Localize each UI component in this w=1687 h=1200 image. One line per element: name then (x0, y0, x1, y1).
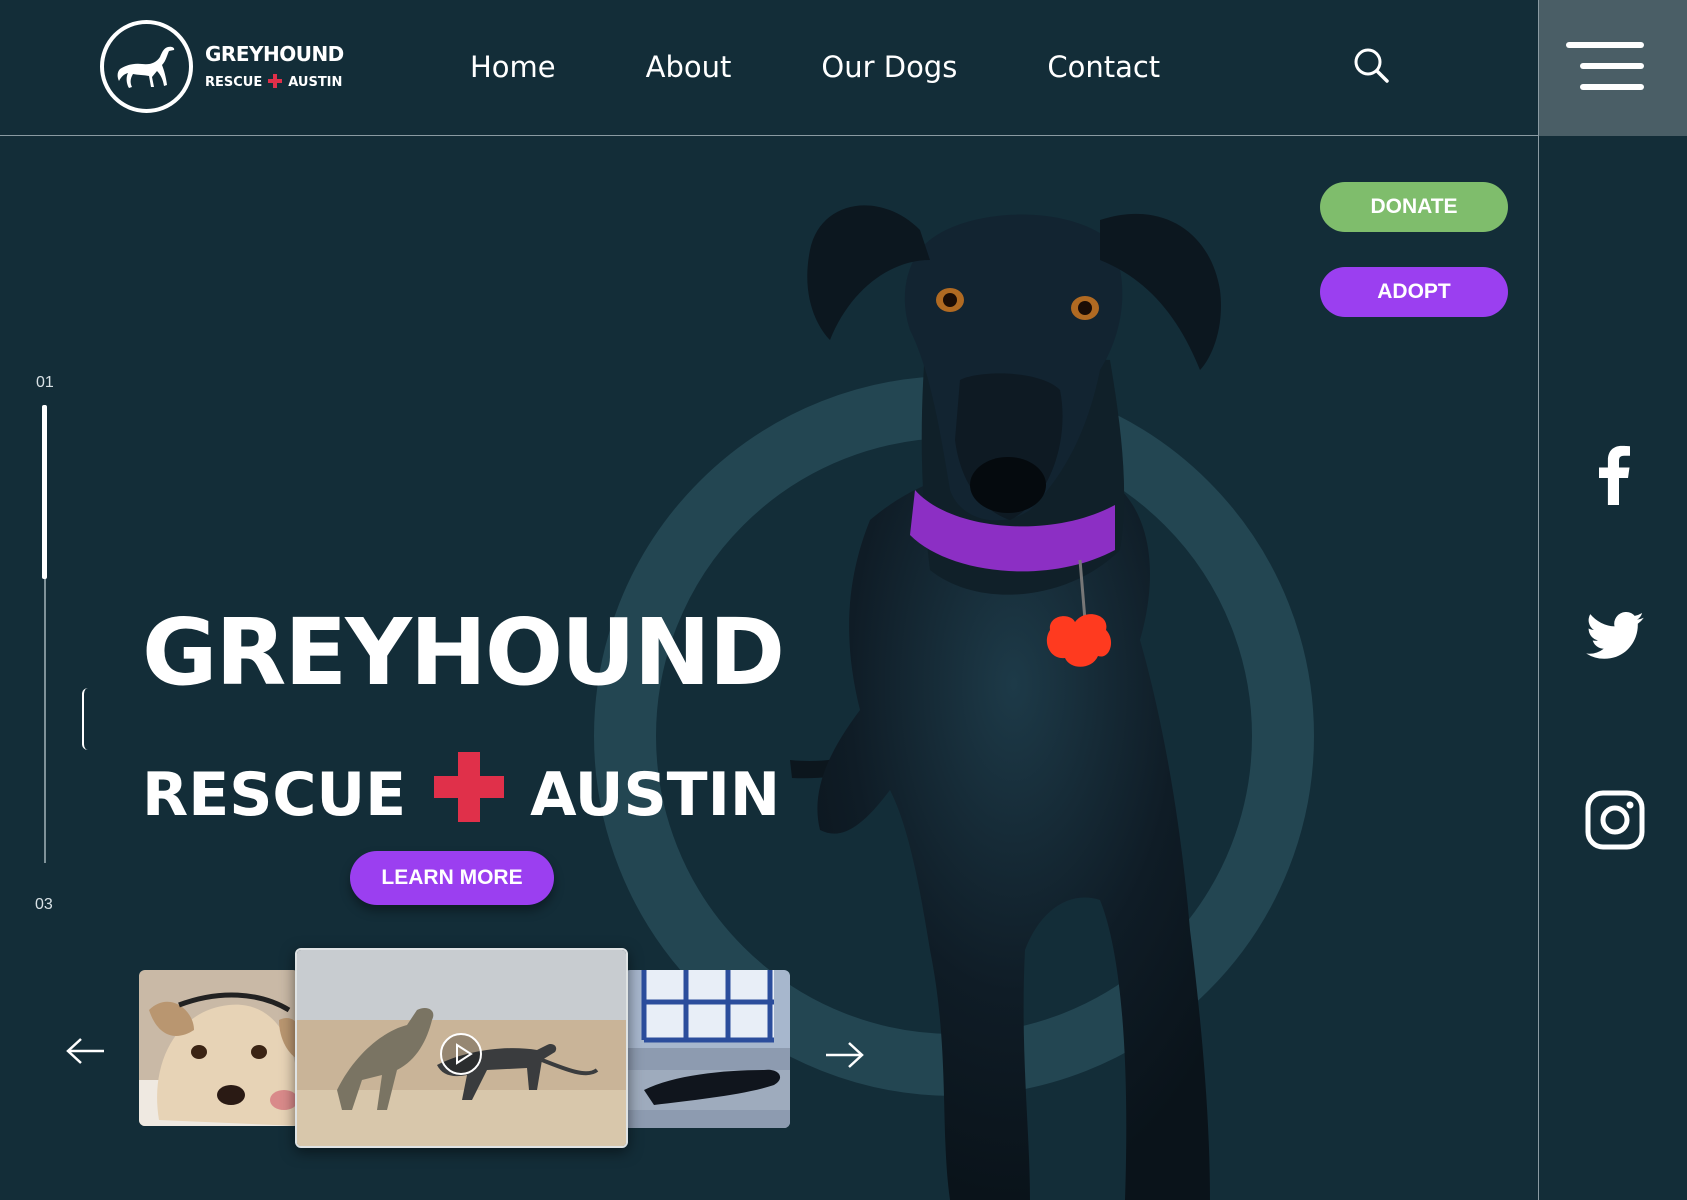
hero-subtitle: RESCUE AUSTIN (142, 752, 780, 837)
nav-about[interactable]: About (646, 50, 732, 84)
brand-logo[interactable]: GREYHOUND RESCUE AUSTIN (100, 20, 344, 113)
nav-our-dogs[interactable]: Our Dogs (821, 50, 957, 84)
play-icon[interactable] (454, 1043, 474, 1065)
search-icon[interactable] (1352, 46, 1392, 86)
gallery-thumb-1[interactable] (139, 970, 299, 1126)
social-sidebar (1538, 0, 1687, 1200)
logo-title: GREYHOUND (205, 41, 344, 66)
hero-dog-image (780, 190, 1380, 1200)
slide-end-number: 03 (35, 896, 53, 913)
hero-subtitle-left: RESCUE (142, 759, 407, 830)
adopt-button[interactable]: ADOPT (1320, 267, 1508, 317)
gallery-thumb-3[interactable] (624, 970, 790, 1128)
nav-home[interactable]: Home (470, 50, 556, 84)
hamburger-menu-icon[interactable] (1539, 0, 1687, 136)
learn-more-button[interactable]: LEARN MORE (350, 851, 554, 905)
red-cross-icon (434, 752, 505, 837)
red-cross-icon (268, 73, 283, 92)
logo-sub-right: AUSTIN (288, 75, 343, 90)
hero-subtitle-right: AUSTIN (530, 759, 781, 830)
slide-progress-fill (42, 405, 47, 579)
main-nav: Home About Our Dogs Contact (470, 50, 1160, 84)
arrow-left-icon[interactable] (66, 1036, 106, 1071)
greyhound-logo-icon (100, 20, 193, 113)
hero-title: GREYHOUND (142, 599, 785, 706)
instagram-icon[interactable] (1585, 790, 1645, 855)
donate-button[interactable]: DONATE (1320, 182, 1508, 232)
arrow-right-icon[interactable] (824, 1040, 864, 1075)
logo-sub-left: RESCUE (205, 75, 263, 90)
site-header: GREYHOUND RESCUE AUSTIN Home About Our D… (0, 0, 1538, 136)
twitter-icon[interactable] (1586, 611, 1644, 665)
slide-start-number: 01 (36, 374, 54, 391)
gallery-video-thumb[interactable] (295, 948, 628, 1148)
facebook-icon[interactable] (1595, 443, 1631, 510)
slide-marker (82, 688, 88, 750)
nav-contact[interactable]: Contact (1047, 50, 1160, 84)
